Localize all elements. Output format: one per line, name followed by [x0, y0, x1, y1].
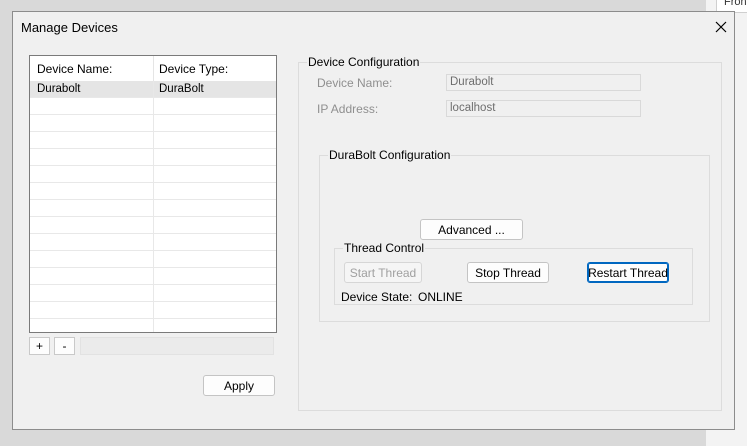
- thread-control-group: Thread Control Start Thread Stop Thread …: [334, 241, 693, 305]
- device-list-header: Device Name: Device Type:: [30, 56, 276, 82]
- device-configuration-label: Device Configuration: [307, 55, 421, 69]
- add-device-button[interactable]: +: [29, 337, 50, 355]
- durabolt-configuration-label: DuraBolt Configuration: [328, 148, 452, 162]
- device-type-cell: DuraBolt: [159, 83, 204, 95]
- device-name-label: Device Name:: [317, 76, 393, 90]
- restart-thread-button[interactable]: Restart Thread: [587, 262, 669, 283]
- device-state-value: ONLINE: [418, 290, 463, 304]
- close-icon: [715, 21, 727, 33]
- ip-address-field: localhost: [446, 100, 641, 117]
- durabolt-configuration-group: DuraBolt Configuration Advanced ... Thre…: [319, 148, 710, 322]
- column-grid-line: [153, 81, 154, 332]
- column-header-device-name[interactable]: Device Name:: [37, 62, 112, 76]
- ip-address-label: IP Address:: [317, 102, 379, 116]
- advanced-button[interactable]: Advanced ...: [420, 219, 523, 240]
- remove-device-button[interactable]: -: [54, 337, 75, 355]
- background-tab-text: Fron: [724, 0, 747, 8]
- device-list-status-field: [80, 337, 274, 355]
- device-configuration-group: Device Configuration Device Name: Durabo…: [298, 55, 722, 411]
- device-list[interactable]: Device Name: Device Type: Durabolt DuraB…: [29, 55, 277, 333]
- column-separator[interactable]: [153, 56, 154, 81]
- stop-thread-button[interactable]: Stop Thread: [467, 262, 549, 283]
- device-state-label: Device State:: [341, 290, 413, 304]
- column-header-device-type[interactable]: Device Type:: [159, 62, 228, 76]
- device-name-cell: Durabolt: [37, 83, 81, 95]
- start-thread-button[interactable]: Start Thread: [344, 262, 422, 283]
- close-button[interactable]: [709, 15, 733, 39]
- device-name-field: Durabolt: [446, 74, 641, 91]
- thread-control-label: Thread Control: [343, 241, 426, 255]
- apply-button[interactable]: Apply: [203, 375, 275, 396]
- dialog-title: Manage Devices: [21, 20, 118, 35]
- manage-devices-dialog: Manage Devices Device Name: Device Type:…: [12, 11, 735, 430]
